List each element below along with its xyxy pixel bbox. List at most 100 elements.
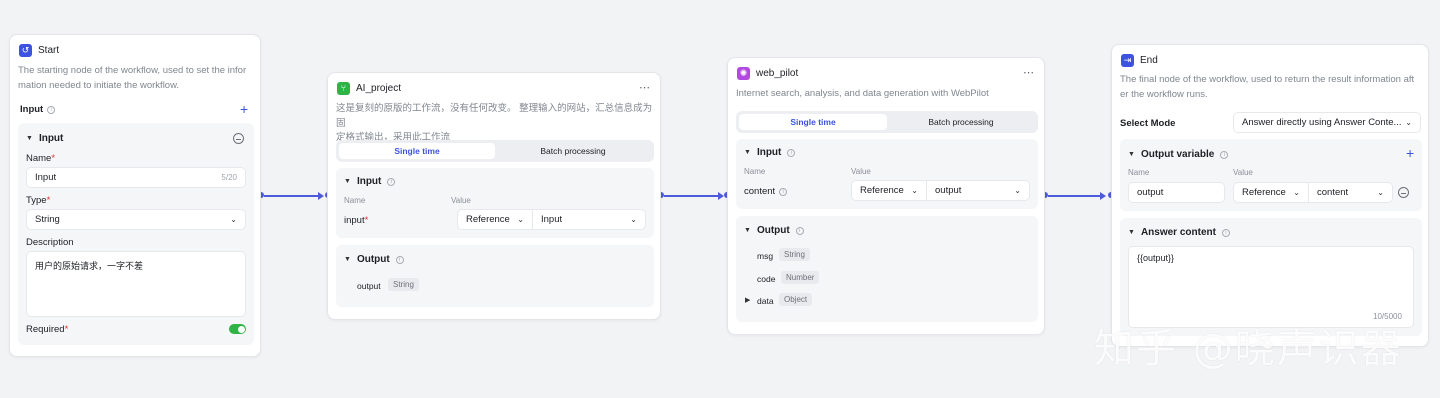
reference-type-select[interactable]: Reference ⌄ — [1233, 182, 1309, 203]
required-label: Required* — [26, 324, 69, 335]
edge-web-end — [1048, 195, 1102, 197]
output-section: ▼ Output i output String — [336, 245, 654, 307]
input-section: ▼ Input i Name Value content i Reference ⌄ … — [736, 139, 1038, 209]
edge-start-ai — [264, 195, 320, 197]
select-mode-dropdown[interactable]: Answer directly using Answer Conte... ⌄ — [1233, 112, 1421, 133]
input-section: ▼ Input i Name Value input* Reference ⌄ In… — [336, 168, 654, 238]
run-mode-tabs: Single time Batch processing — [336, 140, 654, 162]
required-toggle[interactable] — [229, 324, 246, 334]
char-count: 5/20 — [221, 173, 237, 182]
ai-project-node[interactable]: ⑂ AI_project ⋯ 这是复刻的原版的工作流，没有任何改变。 整理输入的… — [327, 72, 661, 320]
info-icon: i — [395, 255, 404, 264]
info-icon: i — [47, 105, 56, 114]
add-input-icon[interactable]: + — [240, 102, 248, 116]
remove-variable-icon[interactable] — [1398, 187, 1409, 198]
info-icon: i — [787, 148, 796, 157]
watermark: 知乎 @晓声识器 — [1094, 326, 1403, 372]
output-section-header[interactable]: ▼ Output i — [744, 225, 804, 236]
input-section-header[interactable]: ▼ Input i — [344, 176, 396, 187]
column-value-header: Value — [451, 196, 471, 205]
node-description: 这是复刻的原版的工作流，没有任何改变。 整理输入的网站，汇总信息成为固 定格式输… — [336, 103, 653, 143]
web-pilot-node[interactable]: ✺ web_pilot ⋯ Internet search, analysis,… — [727, 57, 1045, 335]
info-icon: i — [779, 187, 788, 196]
input-section-header[interactable]: ▼ Input — [26, 133, 63, 144]
chevron-down-icon: ▼ — [344, 178, 351, 185]
end-node-icon: ⇥ — [1121, 54, 1134, 67]
add-variable-icon[interactable]: + — [1406, 146, 1414, 160]
chevron-down-icon: ▼ — [344, 256, 351, 263]
chevron-down-icon: ▼ — [744, 227, 751, 234]
chevron-down-icon: ⌄ — [517, 215, 524, 224]
input-section-header[interactable]: ▼ Input i — [744, 147, 796, 158]
reference-value-select[interactable]: Input ⌄ — [532, 209, 646, 230]
column-name-header: Name — [1128, 168, 1150, 177]
info-icon: i — [795, 226, 804, 235]
param-name: input* — [344, 215, 369, 226]
input-label: Input i — [20, 104, 56, 115]
edge-arrow — [1100, 191, 1106, 200]
description-textarea[interactable]: 用户的原始请求，一字不差 — [26, 251, 246, 317]
variable-name-field[interactable]: output — [1128, 182, 1225, 203]
select-mode-label: Select Mode — [1120, 118, 1176, 129]
tab-single-time[interactable]: Single time — [739, 114, 887, 130]
name-label: Name* — [26, 153, 56, 164]
start-node-icon: ↺ — [19, 44, 32, 57]
output-variable-section: ▼ Output variable i + Name Value output R… — [1120, 139, 1422, 211]
output-name: code — [757, 274, 776, 284]
web-pilot-icon: ✺ — [737, 67, 750, 80]
param-name: content i — [744, 186, 788, 197]
info-icon: i — [387, 177, 396, 186]
reference-value-select[interactable]: content ⌄ — [1308, 182, 1393, 203]
plugin-icon: ⑂ — [337, 82, 350, 95]
edge-arrow — [318, 191, 324, 200]
more-icon[interactable]: ⋯ — [639, 81, 651, 94]
info-icon: i — [1221, 228, 1230, 237]
chevron-down-icon: ⌄ — [1405, 118, 1412, 127]
info-icon: i — [1220, 150, 1229, 159]
column-value-header: Value — [851, 167, 871, 176]
output-type-tag: Number — [781, 271, 820, 284]
reference-type-select[interactable]: Reference ⌄ — [851, 180, 927, 201]
column-name-header: Name — [744, 167, 766, 176]
tab-batch-processing[interactable]: Batch processing — [887, 114, 1035, 130]
node-title: End — [1140, 55, 1158, 66]
reference-type-select[interactable]: Reference ⌄ — [457, 209, 533, 230]
output-type-tag: String — [779, 248, 810, 261]
more-icon[interactable]: ⋯ — [1023, 66, 1035, 79]
output-section-header[interactable]: ▼ Output i — [344, 254, 404, 265]
answer-content-header[interactable]: ▼ Answer content i — [1128, 227, 1230, 238]
output-section: ▼ Output i msg String code Number ▶ data … — [736, 216, 1038, 322]
chevron-down-icon: ⌄ — [1014, 186, 1021, 195]
chevron-down-icon: ▼ — [744, 149, 751, 156]
chevron-right-icon[interactable]: ▶ — [745, 296, 750, 304]
tab-single-time[interactable]: Single time — [339, 143, 495, 159]
output-variable-header[interactable]: ▼ Output variable i — [1128, 149, 1229, 160]
description-label: Description — [26, 237, 74, 248]
remove-input-icon[interactable] — [233, 133, 244, 144]
input-section: ▼ Input Name* Input 5/20 Type* String ⌄ De… — [18, 123, 254, 345]
output-type-tag: String — [388, 278, 419, 291]
output-name: output — [357, 281, 381, 291]
edge-ai-web — [664, 195, 720, 197]
chevron-down-icon: ▼ — [1128, 229, 1135, 236]
output-name: data — [757, 296, 774, 306]
run-mode-tabs: Single time Batch processing — [736, 111, 1038, 133]
start-node[interactable]: ↺ Start The starting node of the workflo… — [9, 34, 261, 357]
chevron-down-icon: ⌄ — [630, 215, 637, 224]
chevron-down-icon: ▼ — [26, 135, 33, 142]
chevron-down-icon: ⌄ — [1293, 188, 1300, 197]
column-name-header: Name — [344, 196, 366, 205]
name-field[interactable]: Input 5/20 — [26, 167, 246, 188]
chevron-down-icon: ⌄ — [1377, 188, 1384, 197]
type-select[interactable]: String ⌄ — [26, 209, 246, 230]
end-node[interactable]: ⇥ End The final node of the workflow, us… — [1111, 44, 1429, 347]
node-description: The final node of the workflow, used to … — [1120, 74, 1415, 100]
output-type-tag: Object — [779, 293, 813, 306]
node-description: The starting node of the workflow, used … — [18, 65, 247, 91]
node-title: AI_project — [356, 83, 402, 94]
type-label: Type* — [26, 195, 51, 206]
reference-value-select[interactable]: output ⌄ — [926, 180, 1030, 201]
tab-batch-processing[interactable]: Batch processing — [495, 143, 651, 159]
node-description: Internet search, analysis, and data gene… — [736, 88, 989, 99]
output-name: msg — [757, 251, 774, 261]
